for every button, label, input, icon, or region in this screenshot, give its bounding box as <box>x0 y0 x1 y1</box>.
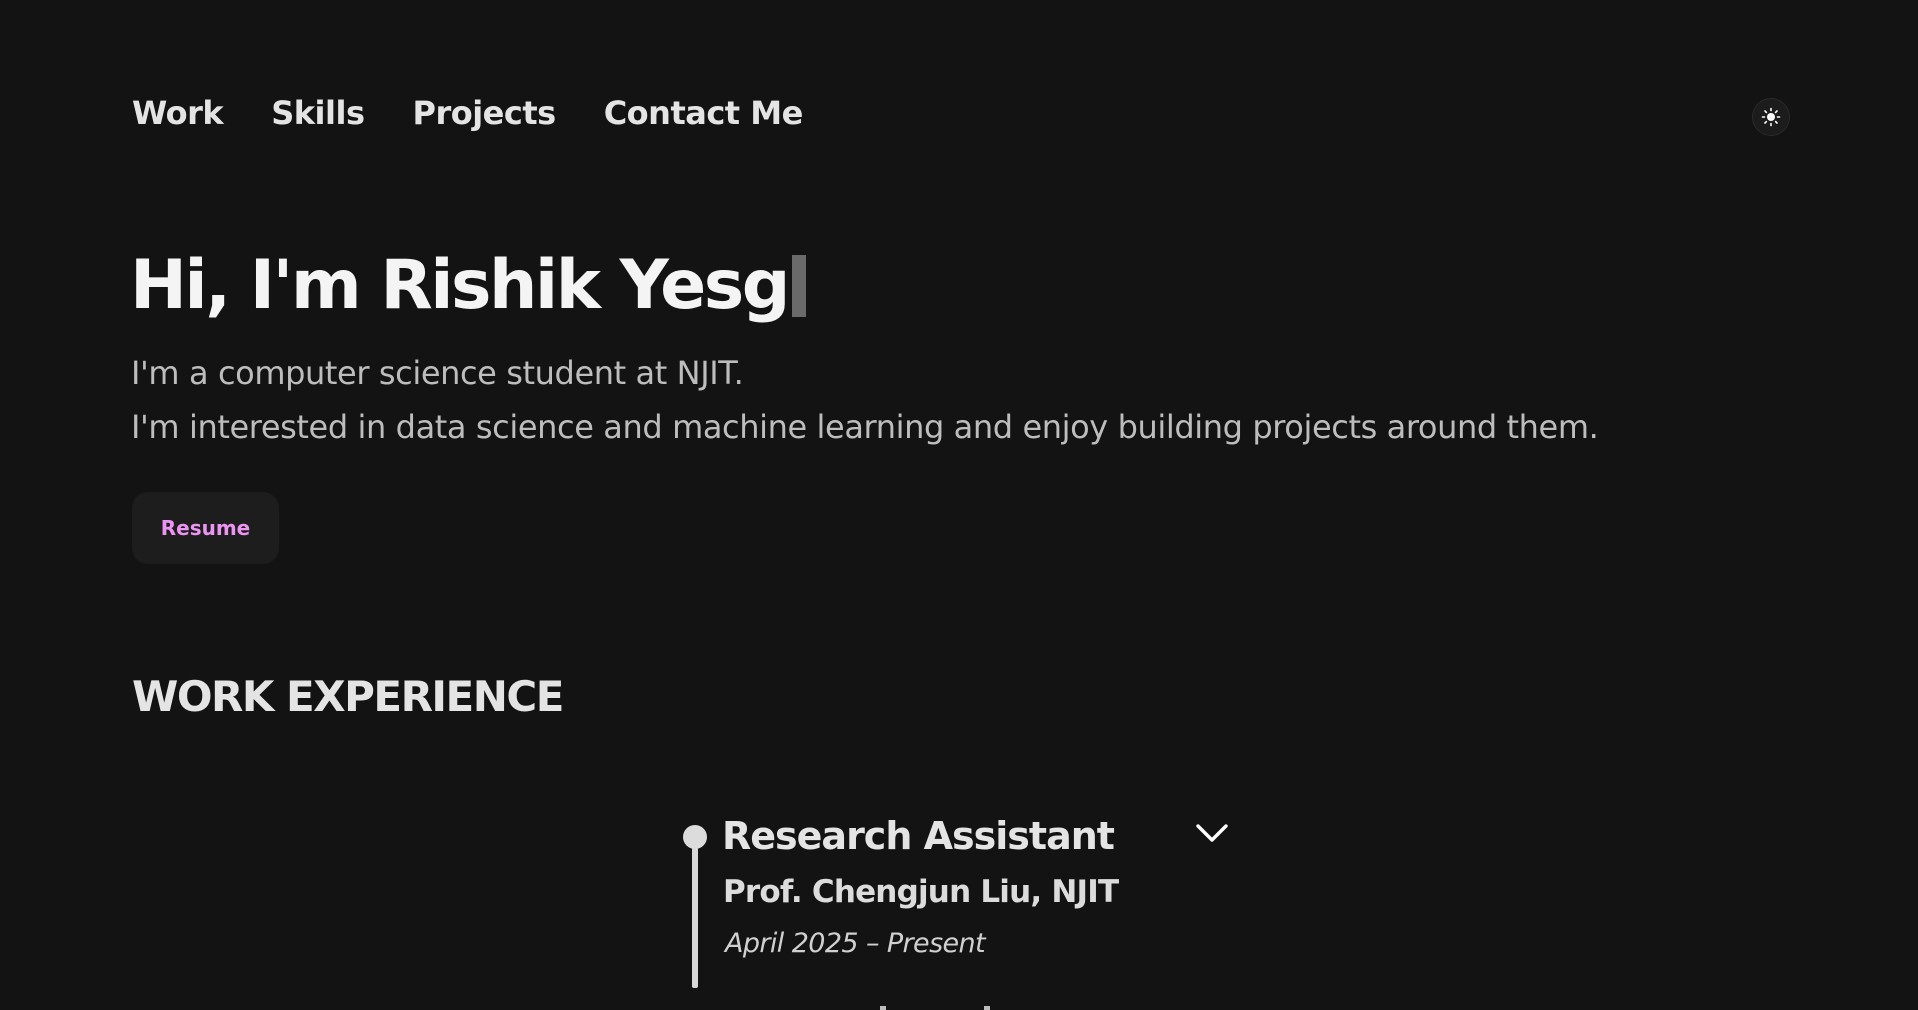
next-item-peek <box>880 1006 990 1010</box>
resume-button[interactable]: Resume <box>132 492 279 564</box>
chevron-down-icon <box>1196 824 1228 842</box>
nav-link-work[interactable]: Work <box>132 94 224 132</box>
hero-heading: Hi, I'm Rishik Yesg <box>130 252 806 320</box>
top-nav: Work Skills Projects Contact Me <box>132 94 803 132</box>
nav-link-projects[interactable]: Projects <box>412 94 556 132</box>
nav-link-skills[interactable]: Skills <box>271 94 365 132</box>
page: Work Skills Projects Contact Me Hi, I'm … <box>0 0 1918 1010</box>
hero-intro-line-1: I'm a computer science student at NJIT. <box>131 354 744 392</box>
job-title: Research Assistant <box>722 814 1115 858</box>
hero-intro-line-2: I'm interested in data science and machi… <box>131 408 1599 446</box>
timeline-dot <box>683 825 707 849</box>
sun-icon <box>1761 107 1781 127</box>
typing-cursor <box>791 255 806 317</box>
job-dates: April 2025 – Present <box>725 928 986 959</box>
nav-link-contact-me[interactable]: Contact Me <box>604 94 804 132</box>
hero-heading-text: Hi, I'm Rishik Yesg <box>130 246 790 325</box>
work-experience-heading: WORK EXPERIENCE <box>132 672 564 721</box>
theme-toggle-button[interactable] <box>1752 98 1790 136</box>
timeline-line <box>692 836 698 988</box>
job-organization: Prof. Chengjun Liu, NJIT <box>723 874 1119 910</box>
expand-work-item-button[interactable] <box>1193 818 1231 848</box>
